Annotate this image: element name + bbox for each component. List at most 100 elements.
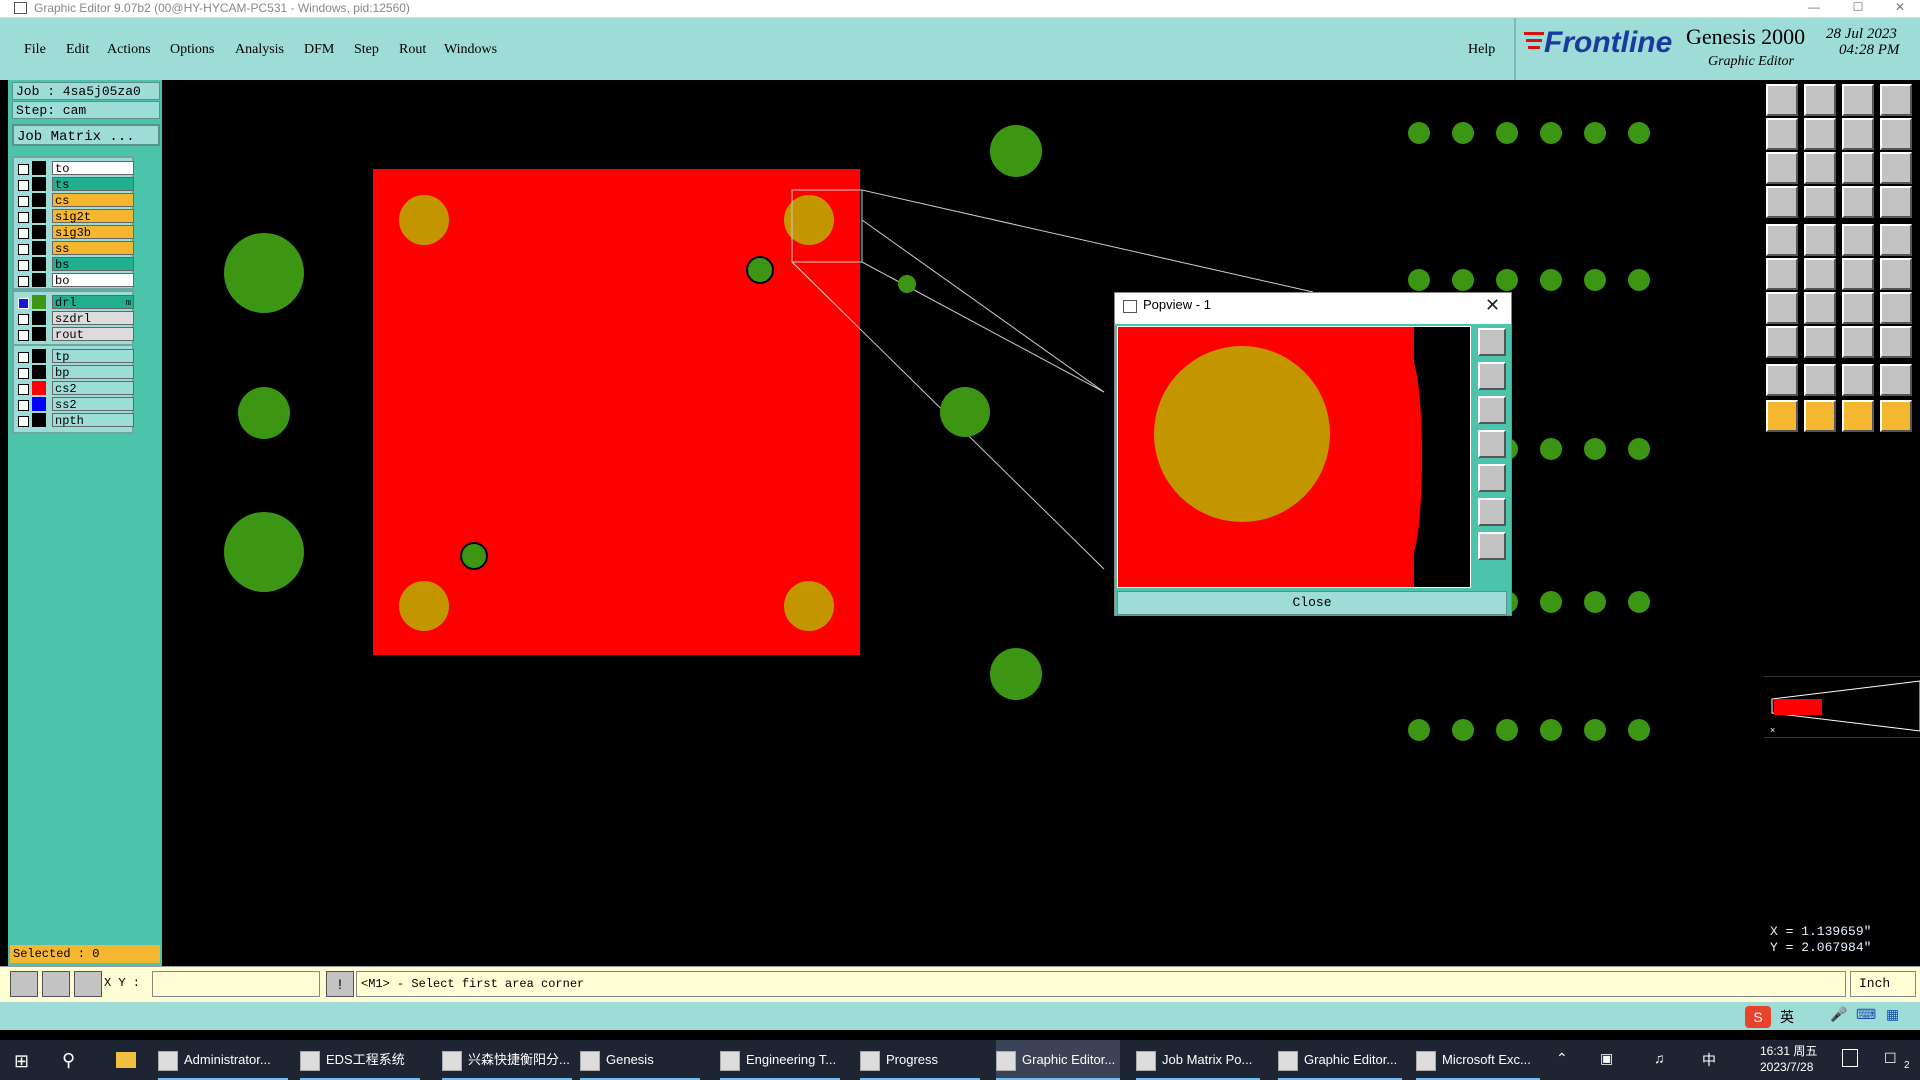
file-explorer-icon[interactable] — [116, 1052, 136, 1068]
maximize-icon[interactable]: ☐ — [1838, 0, 1878, 14]
zoom-page-icon[interactable] — [1880, 118, 1912, 150]
layer-name[interactable]: tp — [52, 349, 134, 364]
arc-icon[interactable] — [1842, 292, 1874, 324]
grid-tool-icon[interactable] — [1804, 186, 1836, 218]
ime-lang[interactable]: 英 — [1780, 1007, 1794, 1027]
menu-rout[interactable]: Rout — [399, 42, 426, 58]
menu-edit[interactable]: Edit — [66, 42, 89, 58]
layer-name[interactable]: rout — [52, 327, 134, 342]
layer-row[interactable]: bp — [14, 365, 134, 381]
home-icon[interactable] — [1842, 84, 1874, 116]
taskbar-item[interactable]: Job Matrix Po... — [1136, 1040, 1260, 1080]
layer-row[interactable]: cs2 — [14, 381, 134, 397]
graphic-canvas[interactable] — [163, 80, 1765, 966]
layer-row[interactable]: sig2t — [14, 209, 134, 225]
window-icon[interactable] — [1880, 84, 1912, 116]
zoom-out-icon[interactable] — [1804, 152, 1836, 184]
layer-name[interactable]: ss2 — [52, 397, 134, 412]
search-icon[interactable]: ⚲ — [62, 1050, 75, 1071]
snap-tool-icon[interactable] — [1766, 186, 1798, 218]
ime-logo-icon[interactable]: S — [1745, 1006, 1771, 1028]
tri-1-icon[interactable] — [1766, 364, 1798, 396]
network-icon[interactable]: ▣ — [1600, 1050, 1613, 1067]
layer-checkbox[interactable] — [18, 244, 29, 255]
grid-menu-icon[interactable]: ▦ — [1886, 1006, 1899, 1023]
taskbar-item[interactable]: EDS工程系统 — [300, 1040, 420, 1080]
tri-2-icon[interactable] — [1804, 364, 1836, 396]
layer-name[interactable]: sig3b — [52, 225, 134, 240]
menu-step[interactable]: Step — [354, 42, 379, 58]
clock-time[interactable]: 16:31 周五 — [1760, 1042, 1817, 1059]
menu-help[interactable]: Help — [1468, 42, 1495, 58]
layer-checkbox[interactable] — [18, 196, 29, 207]
zoom-fit-icon[interactable] — [1842, 118, 1874, 150]
layer-row[interactable]: ss2 — [14, 397, 134, 413]
menu-file[interactable]: File — [24, 42, 46, 58]
popview-pan-down-icon[interactable] — [1478, 396, 1506, 424]
notification-icon[interactable]: ☐ — [1884, 1050, 1897, 1067]
menu-dfm[interactable]: DFM — [304, 42, 334, 58]
layer-name[interactable]: ts — [52, 177, 134, 192]
connect-alt-icon[interactable] — [1880, 258, 1912, 290]
zoom-back-icon[interactable] — [1804, 118, 1836, 150]
net-alt-icon[interactable] — [1880, 186, 1912, 218]
minimize-icon[interactable]: — — [1794, 0, 1834, 14]
measure-line-icon[interactable] — [1842, 224, 1874, 256]
units-selector[interactable]: Inch — [1850, 971, 1916, 997]
keyboard-icon[interactable]: ⌨ — [1856, 1006, 1876, 1023]
layer-row[interactable]: bs — [14, 257, 134, 273]
layer-name[interactable]: ss — [52, 241, 134, 256]
popview-pan-left-icon[interactable] — [1478, 430, 1506, 458]
taskbar-item[interactable]: Engineering T... — [720, 1040, 840, 1080]
layer-name[interactable]: szdrl — [52, 311, 134, 326]
popview-zoom-icon[interactable] — [1478, 328, 1506, 356]
taskbar-item[interactable]: Administrator... — [158, 1040, 288, 1080]
popview-close-button[interactable]: Close — [1117, 591, 1507, 615]
save-icon[interactable] — [1804, 84, 1836, 116]
layer-row[interactable]: cs — [14, 193, 134, 209]
layer-checkbox[interactable] — [18, 352, 29, 363]
tray-expand-icon[interactable]: ⌃ — [1556, 1050, 1568, 1067]
layer-row[interactable]: ts — [14, 177, 134, 193]
volume-icon[interactable]: ♫ — [1654, 1050, 1665, 1066]
layer-name[interactable]: cs — [52, 193, 134, 208]
select-pad-icon[interactable] — [1766, 224, 1798, 256]
layer-name[interactable]: drl m — [52, 295, 134, 310]
snap-icon[interactable] — [10, 971, 38, 997]
layer-name[interactable]: bo — [52, 273, 134, 288]
layer-checkbox[interactable] — [18, 276, 29, 287]
popview-zoom-out-icon[interactable] — [1478, 532, 1506, 560]
menu-analysis[interactable]: Analysis — [235, 42, 284, 58]
taskbar-item[interactable]: Progress — [860, 1040, 980, 1080]
layer-checkbox[interactable] — [18, 260, 29, 271]
layer-checkbox[interactable] — [18, 180, 29, 191]
layer-checkbox[interactable] — [18, 330, 29, 341]
menu-options[interactable]: Options — [170, 42, 214, 58]
layer-checkbox[interactable] — [18, 368, 29, 379]
layer-checkbox[interactable] — [18, 212, 29, 223]
fill-icon[interactable] — [1880, 224, 1912, 256]
layer-row[interactable]: tp — [14, 349, 134, 365]
pointer-select-icon[interactable] — [1804, 400, 1836, 432]
layer-name[interactable]: bs — [52, 257, 134, 272]
layer-checkbox[interactable] — [18, 298, 29, 309]
layer-row[interactable]: rout — [14, 327, 134, 343]
popview-pan-right-icon[interactable] — [1478, 464, 1506, 492]
select-line-icon[interactable] — [1804, 224, 1836, 256]
layer-name[interactable]: npth — [52, 413, 134, 428]
line-draw-icon[interactable] — [1804, 292, 1836, 324]
layer-row[interactable]: drl m — [14, 295, 134, 311]
layer-checkbox[interactable] — [18, 164, 29, 175]
layer-row[interactable]: szdrl — [14, 311, 134, 327]
taskbar-item[interactable]: Genesis — [580, 1040, 700, 1080]
layer-row[interactable]: npth — [14, 413, 134, 429]
layer-name[interactable]: cs2 — [52, 381, 134, 396]
help-icon[interactable] — [1880, 152, 1912, 184]
popview-zoom-in-icon[interactable] — [1478, 498, 1506, 526]
taskbar-item[interactable]: 兴森快捷衡阳分... — [442, 1040, 572, 1080]
close-window-icon[interactable]: ✕ — [1880, 0, 1920, 14]
start-icon[interactable]: ⊞ — [14, 1051, 29, 1072]
popview-viewport[interactable] — [1117, 326, 1471, 588]
popview-close-icon[interactable]: ✕ — [1485, 295, 1500, 316]
menu-actions[interactable]: Actions — [107, 42, 151, 58]
